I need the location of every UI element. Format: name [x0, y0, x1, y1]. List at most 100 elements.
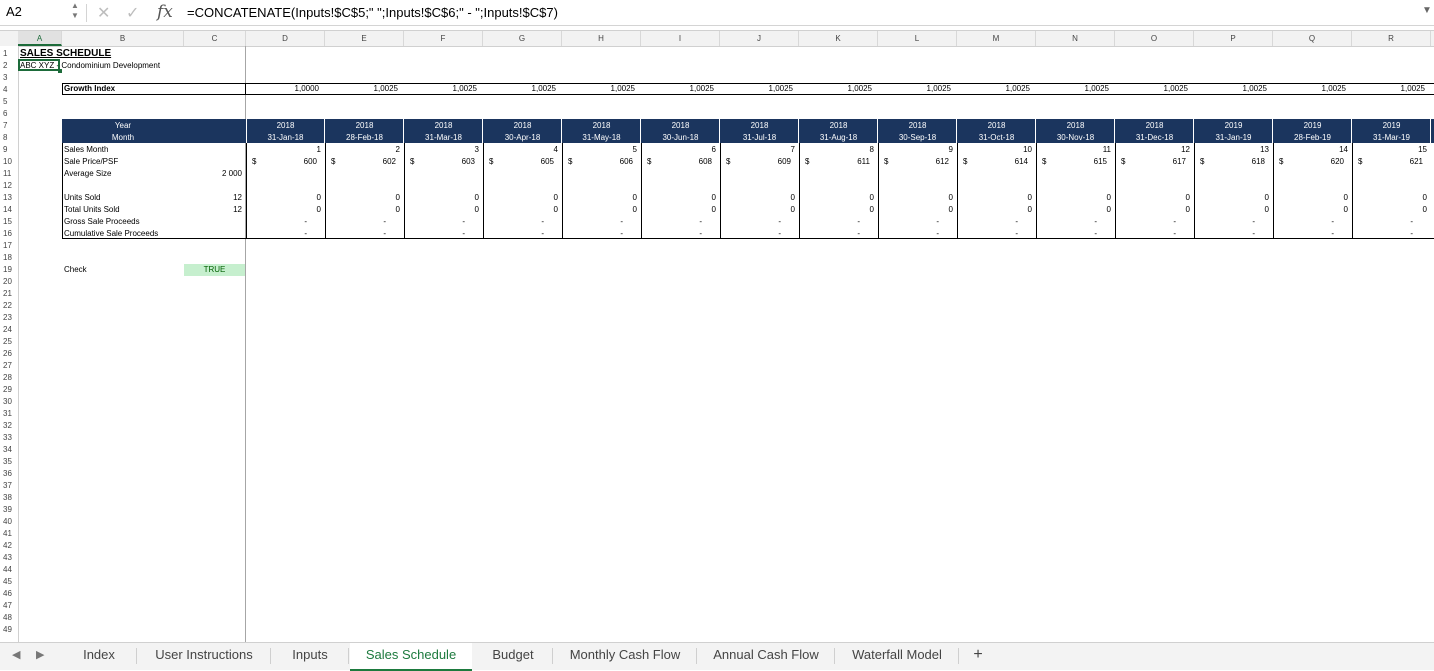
tab-user-instructions[interactable]: User Instructions	[138, 643, 270, 669]
formula-input[interactable]: =CONCATENATE(Inputs!$C$5;" ";Inputs!$C$6…	[187, 5, 558, 20]
fx-icon[interactable]: fx	[157, 2, 173, 22]
units-sold-value[interactable]: 0	[1273, 192, 1348, 204]
row-header-10[interactable]: 10	[0, 156, 18, 168]
sale-price-value[interactable]: 611	[799, 156, 870, 168]
growth-index-value[interactable]: 1,0025	[1273, 83, 1346, 95]
confirm-icon[interactable]: ✓	[126, 3, 139, 23]
gross-proceeds-label[interactable]: Gross Sale Proceeds	[64, 216, 140, 228]
growth-index-value[interactable]: 1,0025	[1115, 83, 1188, 95]
cumulative-proceeds-value[interactable]: -	[1352, 228, 1413, 240]
cumulative-proceeds-value[interactable]: -	[1115, 228, 1176, 240]
units-sold-value[interactable]: 0	[483, 192, 558, 204]
growth-index-value[interactable]: 1,0025	[720, 83, 793, 95]
gross-proceeds-value[interactable]: -	[799, 216, 860, 228]
sale-price-value[interactable]: 608	[641, 156, 712, 168]
cumulative-proceeds-value[interactable]: -	[325, 228, 386, 240]
sales-month-value[interactable]: 12	[1115, 144, 1190, 156]
row-header-21[interactable]: 21	[0, 288, 18, 300]
column-header-b[interactable]: B	[62, 31, 184, 46]
row-header-18[interactable]: 18	[0, 252, 18, 264]
sale-price-value[interactable]: 620	[1273, 156, 1344, 168]
cumulative-proceeds-value[interactable]: -	[878, 228, 939, 240]
gross-proceeds-value[interactable]: -	[404, 216, 465, 228]
row-header-31[interactable]: 31	[0, 408, 18, 420]
row-header-14[interactable]: 14	[0, 204, 18, 216]
check-value[interactable]: TRUE	[184, 264, 245, 276]
units-sold-value[interactable]: 0	[1036, 192, 1111, 204]
total-units-value[interactable]: 0	[246, 204, 321, 216]
sale-price-value[interactable]: 617	[1115, 156, 1186, 168]
row-header-8[interactable]: 8	[0, 132, 18, 144]
total-units-value[interactable]: 0	[1194, 204, 1269, 216]
row-header-41[interactable]: 41	[0, 528, 18, 540]
row-header-27[interactable]: 27	[0, 360, 18, 372]
units-sold-value[interactable]: 0	[878, 192, 953, 204]
units-sold-value[interactable]: 0	[641, 192, 716, 204]
sales-month-value[interactable]: 13	[1194, 144, 1269, 156]
units-sold-value[interactable]: 0	[404, 192, 479, 204]
sale-price-value[interactable]: 618	[1194, 156, 1265, 168]
total-units-value[interactable]: 0	[957, 204, 1032, 216]
tab-annual-cash-flow[interactable]: Annual Cash Flow	[698, 643, 834, 669]
total-units-value[interactable]: 0	[1036, 204, 1111, 216]
gross-proceeds-value[interactable]: -	[878, 216, 939, 228]
sheet-grid[interactable]: SALES SCHEDULE ABC XYZ - Condominium Deve…	[18, 46, 1434, 642]
total-units-value[interactable]: 0	[1115, 204, 1190, 216]
gross-proceeds-value[interactable]: -	[1036, 216, 1097, 228]
gross-proceeds-value[interactable]: -	[483, 216, 544, 228]
gross-proceeds-value[interactable]: -	[957, 216, 1018, 228]
row-header-5[interactable]: 5	[0, 96, 18, 108]
units-sold-value[interactable]: 0	[1352, 192, 1427, 204]
row-header-25[interactable]: 25	[0, 336, 18, 348]
row-header-28[interactable]: 28	[0, 372, 18, 384]
units-sold-label[interactable]: Units Sold	[64, 192, 100, 204]
row-header-33[interactable]: 33	[0, 432, 18, 444]
total-units-label[interactable]: Total Units Sold	[64, 204, 120, 216]
gross-proceeds-value[interactable]: -	[1194, 216, 1255, 228]
row-header-9[interactable]: 9	[0, 144, 18, 156]
sale-price-value[interactable]: 621	[1352, 156, 1423, 168]
sale-price-value[interactable]: 603	[404, 156, 475, 168]
sales-month-value[interactable]: 8	[799, 144, 874, 156]
tab-scroll-right-icon[interactable]: ▶	[36, 648, 44, 661]
row-header-24[interactable]: 24	[0, 324, 18, 336]
sales-month-value[interactable]: 14	[1273, 144, 1348, 156]
column-header-f[interactable]: F	[404, 31, 483, 46]
row-header-32[interactable]: 32	[0, 420, 18, 432]
cumulative-proceeds-value[interactable]: -	[957, 228, 1018, 240]
gross-proceeds-value[interactable]: -	[1352, 216, 1413, 228]
total-units-value[interactable]: 0	[1273, 204, 1348, 216]
gross-proceeds-value[interactable]: -	[325, 216, 386, 228]
tab-sales-schedule[interactable]: Sales Schedule	[350, 643, 472, 671]
row-header-19[interactable]: 19	[0, 264, 18, 276]
row-header-2[interactable]: 2	[0, 60, 18, 72]
sale-price-value[interactable]: 614	[957, 156, 1028, 168]
growth-index-value[interactable]: 1,0025	[325, 83, 398, 95]
cumulative-proceeds-value[interactable]: -	[483, 228, 544, 240]
sales-month-value[interactable]: 9	[878, 144, 953, 156]
sale-price-value[interactable]: 602	[325, 156, 396, 168]
row-header-43[interactable]: 43	[0, 552, 18, 564]
cumulative-proceeds-label[interactable]: Cumulative Sale Proceeds	[64, 228, 158, 240]
row-header-34[interactable]: 34	[0, 444, 18, 456]
chevron-down-icon[interactable]: ▼	[1422, 5, 1432, 16]
average-size-value[interactable]: 2 000	[184, 168, 242, 180]
sales-month-value[interactable]: 3	[404, 144, 479, 156]
row-header-22[interactable]: 22	[0, 300, 18, 312]
add-sheet-button[interactable]: +	[962, 643, 994, 669]
gross-proceeds-value[interactable]: -	[1115, 216, 1176, 228]
sale-price-value[interactable]: 612	[878, 156, 949, 168]
cumulative-proceeds-value[interactable]: -	[1194, 228, 1255, 240]
row-header-1[interactable]: 1	[0, 48, 18, 60]
growth-index-value[interactable]: 1,0025	[562, 83, 635, 95]
total-units-value[interactable]: 0	[562, 204, 637, 216]
total-units-value[interactable]: 0	[799, 204, 874, 216]
growth-index-value[interactable]: 1,0000	[246, 83, 319, 95]
cumulative-proceeds-value[interactable]: -	[641, 228, 702, 240]
units-sold-value[interactable]: 0	[246, 192, 321, 204]
cumulative-proceeds-value[interactable]: -	[720, 228, 781, 240]
gross-proceeds-value[interactable]: -	[641, 216, 702, 228]
total-units-value[interactable]: 0	[483, 204, 558, 216]
row-header-30[interactable]: 30	[0, 396, 18, 408]
growth-index-value[interactable]: 1,0025	[799, 83, 872, 95]
